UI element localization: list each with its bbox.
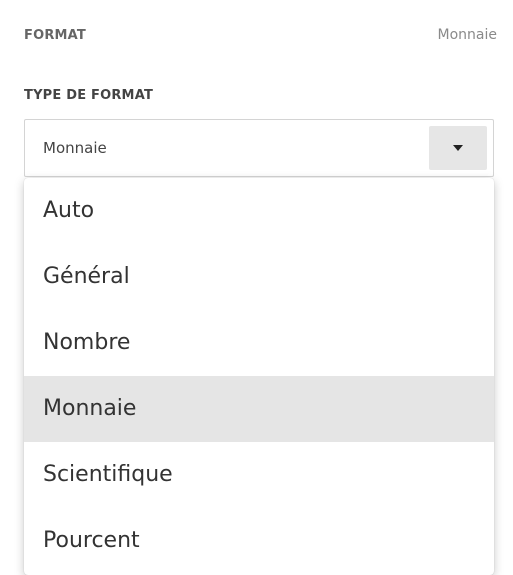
format-type-dropdown-list: Auto Général Nombre Monnaie Scientifique…: [24, 178, 494, 575]
option-pourcent[interactable]: Pourcent: [24, 508, 494, 574]
format-type-label: TYPE DE FORMAT: [24, 88, 154, 103]
format-panel: FORMAT Monnaie TYPE DE FORMAT Monnaie Au…: [0, 0, 513, 575]
format-section-header[interactable]: FORMAT Monnaie: [24, 24, 497, 46]
dropdown-toggle-button[interactable]: [429, 126, 487, 170]
caret-down-icon: [453, 145, 463, 151]
option-monnaie[interactable]: Monnaie: [24, 376, 494, 442]
section-title: FORMAT: [24, 27, 86, 43]
select-current-value: Monnaie: [43, 139, 107, 157]
option-scientifique[interactable]: Scientifique: [24, 442, 494, 508]
option-general[interactable]: Général: [24, 244, 494, 310]
option-nombre[interactable]: Nombre: [24, 310, 494, 376]
format-type-select[interactable]: Monnaie: [24, 119, 494, 177]
section-current-value: Monnaie: [437, 27, 497, 43]
option-auto[interactable]: Auto: [24, 178, 494, 244]
